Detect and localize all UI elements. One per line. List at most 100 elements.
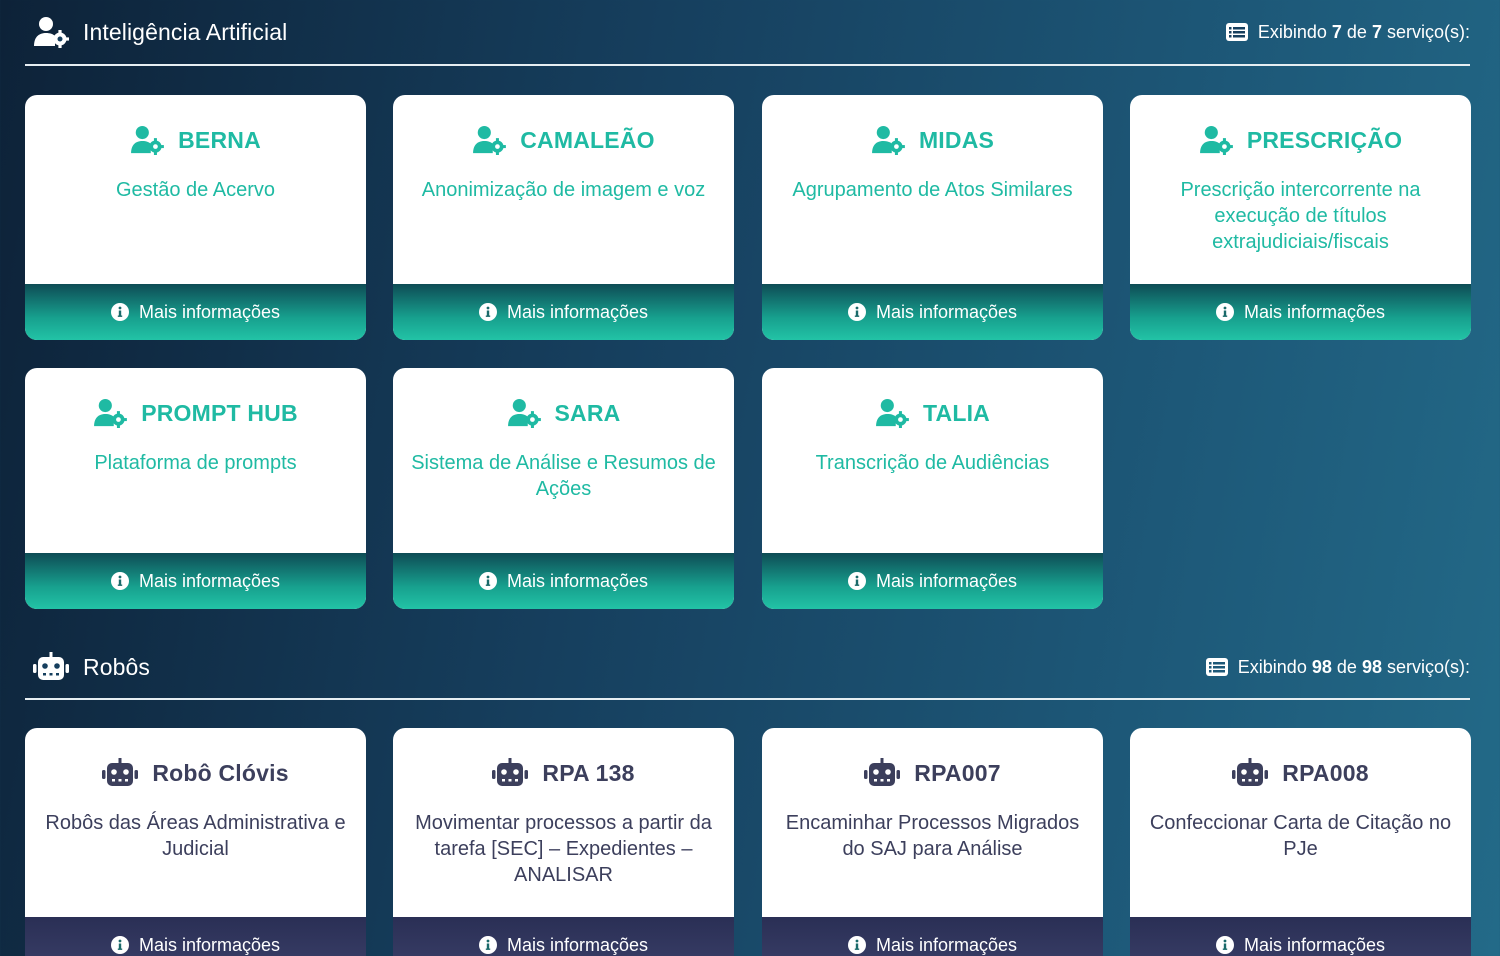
more-info-label: Mais informações <box>875 570 1018 591</box>
user-gear-icon <box>876 398 909 428</box>
user-gear-icon <box>507 398 541 428</box>
more-info-button[interactable]: Mais informações <box>25 917 366 956</box>
card-body: TALIA Transcrição de Audiências <box>762 368 1103 553</box>
robot-icon <box>102 758 139 786</box>
info-icon <box>478 303 497 321</box>
card-title-row: CAMALEÃO <box>472 125 655 155</box>
ia-service-card[interactable]: MIDAS Agrupamento de Atos Similares Mais… <box>762 95 1103 340</box>
more-info-label: Mais informações <box>506 301 649 322</box>
card-body: PRESCRIÇÃO Prescrição intercorrente na e… <box>1130 95 1471 284</box>
more-info-button[interactable]: Mais informações <box>762 553 1103 609</box>
more-info-label: Mais informações <box>506 570 649 591</box>
card-title-row: TALIA <box>875 398 990 428</box>
card-description: Movimentar processos a partir da tarefa … <box>415 812 712 886</box>
more-info-button[interactable]: Mais informações <box>762 917 1103 956</box>
ia-service-card[interactable]: TALIA Transcrição de Audiências Mais inf… <box>762 368 1103 609</box>
card-description: Anonimização de imagem e voz <box>421 179 706 201</box>
count-total: 7 <box>1371 21 1382 42</box>
count-prefix: Exibindo <box>1257 21 1327 42</box>
card-body: RPA 138 Movimentar processos a partir da… <box>393 728 734 917</box>
more-info-label: Mais informações <box>1243 934 1386 955</box>
card-title: MIDAS <box>918 126 995 153</box>
info-icon <box>1215 303 1234 321</box>
card-title-row: MIDAS <box>871 125 994 155</box>
ia-service-card[interactable]: PRESCRIÇÃO Prescrição intercorrente na e… <box>1130 95 1471 340</box>
more-info-button[interactable]: Mais informações <box>762 284 1103 340</box>
services-count: Exibindo 7 de 7 serviço(s): <box>1225 21 1470 43</box>
ia-service-card[interactable]: BERNA Gestão de Acervo Mais informações <box>25 95 366 340</box>
info-icon <box>847 303 866 321</box>
card-body: PROMPT HUB Plataforma de prompts <box>25 368 366 553</box>
info-icon <box>110 303 129 321</box>
count-shown: 98 <box>1311 656 1332 677</box>
ia-service-card[interactable]: CAMALEÃO Anonimização de imagem e voz Ma… <box>393 95 734 340</box>
card-title-row: RPA007 <box>864 758 1001 788</box>
more-info-label: Mais informações <box>138 301 281 322</box>
section-header-robos: Robôs Exibindo 98 de 98 serviço(s): <box>25 636 1470 700</box>
more-info-button[interactable]: Mais informações <box>393 284 734 340</box>
card-title: RPA008 <box>1282 759 1369 786</box>
count-suffix: serviço(s): <box>1386 21 1470 42</box>
card-description: Transcrição de Audiências <box>815 452 1050 474</box>
more-info-button[interactable]: Mais informações <box>25 553 366 609</box>
count-mid: de <box>1336 656 1357 677</box>
ia-service-card[interactable]: PROMPT HUB Plataforma de prompts Mais in… <box>25 368 366 609</box>
user-gear-icon <box>94 398 128 428</box>
card-title: CAMALEÃO <box>520 126 655 153</box>
card-body: CAMALEÃO Anonimização de imagem e voz <box>393 95 734 284</box>
more-info-label: Mais informações <box>138 570 281 591</box>
card-body: MIDAS Agrupamento de Atos Similares <box>762 95 1103 284</box>
user-gear-icon <box>34 17 69 48</box>
card-title: PRESCRIÇÃO <box>1246 126 1403 153</box>
section-header-ia: Inteligência Artificial Exibindo 7 de 7 … <box>25 0 1470 66</box>
list-icon <box>1225 23 1248 41</box>
info-icon <box>110 936 129 954</box>
info-icon <box>1215 936 1234 954</box>
info-icon <box>847 936 866 954</box>
card-title-row: SARA <box>507 398 621 428</box>
card-title: PROMPT HUB <box>141 399 298 426</box>
robo-service-card[interactable]: Robô Clóvis Robôs das Áreas Administrati… <box>25 728 366 956</box>
more-info-button[interactable]: Mais informações <box>393 917 734 956</box>
card-title: Robô Clóvis <box>152 759 289 786</box>
section-title-group: Robôs <box>25 652 150 682</box>
card-body: SARA Sistema de Análise e Resumos de Açõ… <box>393 368 734 553</box>
count-shown: 7 <box>1331 21 1342 42</box>
more-info-button[interactable]: Mais informações <box>1130 284 1471 340</box>
more-info-button[interactable]: Mais informações <box>25 284 366 340</box>
robot-icon <box>33 652 69 680</box>
more-info-button[interactable]: Mais informações <box>1130 917 1471 956</box>
robo-service-card[interactable]: RPA 138 Movimentar processos a partir da… <box>393 728 734 956</box>
more-info-label: Mais informações <box>875 934 1018 955</box>
card-title-row: PROMPT HUB <box>93 398 298 428</box>
robot-icon <box>864 758 901 786</box>
section-title: Robôs <box>83 653 150 680</box>
card-description: Prescrição intercorrente na execução de … <box>1180 179 1421 253</box>
more-info-label: Mais informações <box>138 934 281 955</box>
card-description: Gestão de Acervo <box>116 179 275 201</box>
services-count: Exibindo 98 de 98 serviço(s): <box>1205 656 1470 678</box>
more-info-button[interactable]: Mais informações <box>393 553 734 609</box>
robo-service-card[interactable]: RPA007 Encaminhar Processos Migrados do … <box>762 728 1103 956</box>
robo-service-card[interactable]: RPA008 Confeccionar Carta de Citação no … <box>1130 728 1471 956</box>
count-prefix: Exibindo <box>1237 656 1307 677</box>
card-title: TALIA <box>922 399 990 426</box>
ia-service-card[interactable]: SARA Sistema de Análise e Resumos de Açõ… <box>393 368 734 609</box>
info-icon <box>110 572 129 590</box>
card-body: RPA007 Encaminhar Processos Migrados do … <box>762 728 1103 917</box>
card-description: Robôs das Áreas Administrativa e Judicia… <box>45 812 346 860</box>
card-body: BERNA Gestão de Acervo <box>25 95 366 284</box>
info-icon <box>847 572 866 590</box>
count-suffix: serviço(s): <box>1386 656 1470 677</box>
info-icon <box>478 572 497 590</box>
card-description: Encaminhar Processos Migrados do SAJ par… <box>785 812 1080 860</box>
section-title: Inteligência Artificial <box>83 18 288 45</box>
card-title: BERNA <box>178 126 261 153</box>
card-description: Confeccionar Carta de Citação no PJe <box>1149 812 1452 860</box>
card-title-row: PRESCRIÇÃO <box>1199 125 1402 155</box>
card-title: SARA <box>554 399 621 426</box>
card-title-row: RPA008 <box>1232 758 1369 788</box>
more-info-label: Mais informações <box>506 934 649 955</box>
count-mid: de <box>1346 21 1367 42</box>
list-icon <box>1205 658 1228 676</box>
